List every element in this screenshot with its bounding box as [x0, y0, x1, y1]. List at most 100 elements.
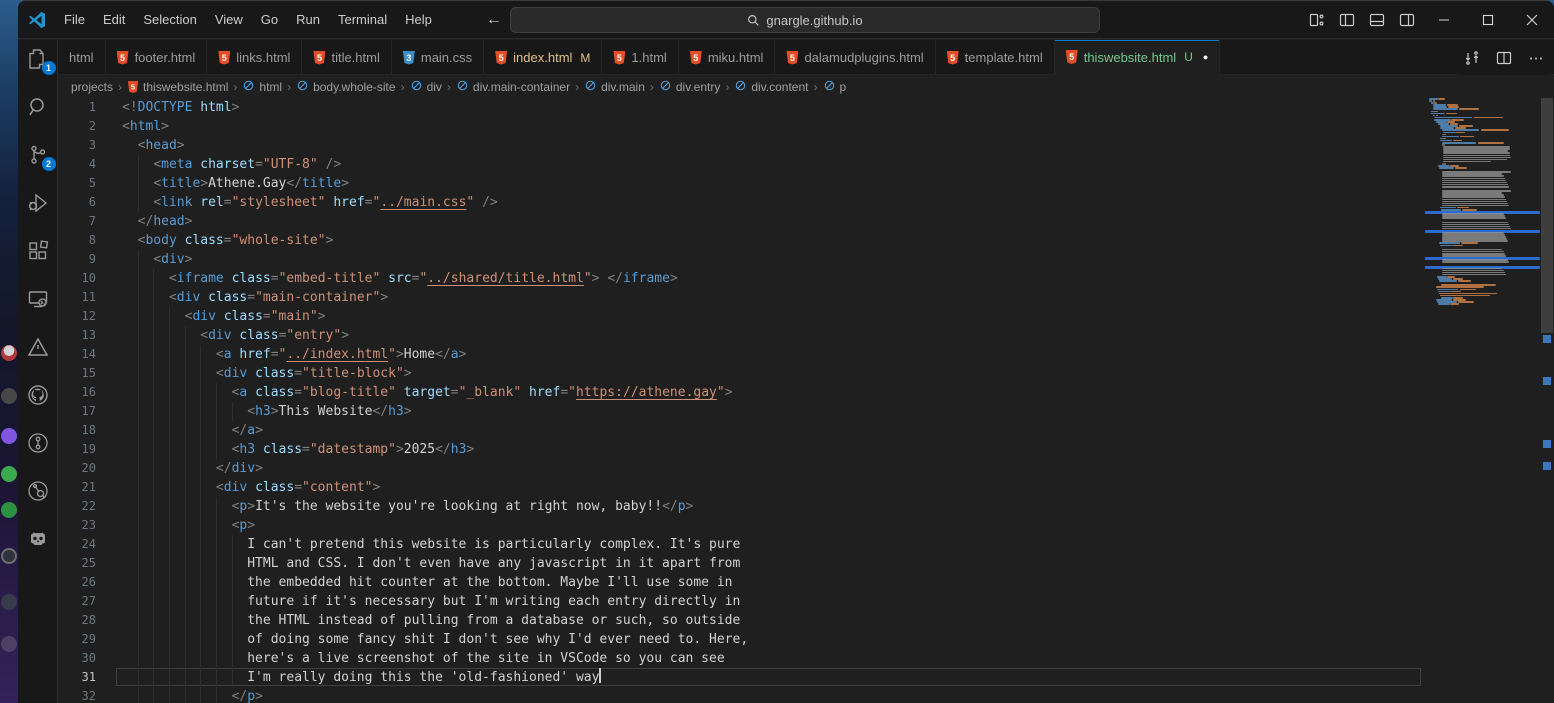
explorer-icon[interactable]: 1: [26, 47, 50, 71]
breadcrumb-item-projects[interactable]: projects: [71, 80, 113, 94]
code-line-2[interactable]: 2<html>: [58, 117, 1425, 136]
tab-1.html[interactable]: 51.html: [602, 40, 678, 75]
menu-go[interactable]: Go: [252, 8, 287, 31]
tab-footer.html[interactable]: 5footer.html: [106, 40, 208, 75]
toggle-panel-icon[interactable]: [1362, 1, 1392, 39]
source-control-icon[interactable]: 2: [26, 143, 50, 167]
breadcrumb-item-html[interactable]: html: [242, 79, 282, 95]
tab-template.html[interactable]: 5template.html: [936, 40, 1055, 75]
breadcrumb-item-body.whole-site[interactable]: body.whole-site: [296, 79, 396, 95]
code-line-8[interactable]: 8 <body class="whole-site">: [58, 231, 1425, 250]
customize-layout-icon[interactable]: [1302, 1, 1332, 39]
more-actions-icon[interactable]: ⋯: [1522, 44, 1550, 72]
code-line-11[interactable]: 11 <div class="main-container">: [58, 288, 1425, 307]
symbol-element-icon: [584, 79, 597, 95]
close-button[interactable]: [1510, 1, 1554, 39]
menu-run[interactable]: Run: [287, 8, 329, 31]
github-icon[interactable]: [26, 383, 50, 407]
code-line-9[interactable]: 9 <div>: [58, 250, 1425, 269]
code-line-22[interactable]: 22 <p>It's the website you're looking at…: [58, 497, 1425, 516]
menu-selection[interactable]: Selection: [134, 8, 205, 31]
triangle-extension-icon[interactable]: [26, 335, 50, 359]
code-line-14[interactable]: 14 <a href="../index.html">Home</a>: [58, 345, 1425, 364]
breadcrumb-item-p[interactable]: p: [823, 79, 847, 95]
code-line-5[interactable]: 5 <title>Athene.Gay</title>: [58, 174, 1425, 193]
desktop-background: [0, 0, 18, 703]
code-line-21[interactable]: 21 <div class="content">: [58, 478, 1425, 497]
menu-help[interactable]: Help: [396, 8, 441, 31]
toggle-secondary-sidebar-icon[interactable]: [1392, 1, 1422, 39]
breadcrumb-item-thiswebsite.html[interactable]: 5thiswebsite.html: [127, 80, 228, 94]
tab-links.html[interactable]: 5links.html: [207, 40, 302, 75]
tab-miku.html[interactable]: 5miku.html: [679, 40, 776, 75]
code-line-31[interactable]: 31 I'm really doing this the 'old-fashio…: [58, 668, 1425, 687]
code-line-28[interactable]: 28 the HTML instead of pulling from a da…: [58, 611, 1425, 630]
editor[interactable]: 1<!DOCTYPE html>2<html>3 <head>4 <meta c…: [58, 98, 1554, 703]
minimap[interactable]: [1425, 98, 1540, 703]
git-status-badge: U: [1184, 50, 1193, 64]
menu-file[interactable]: File: [55, 8, 94, 31]
code-line-6[interactable]: 6 <link rel="stylesheet" href="../main.c…: [58, 193, 1425, 212]
scrollbar-slider[interactable]: [1541, 98, 1553, 333]
run-debug-icon[interactable]: [26, 191, 50, 215]
code-line-13[interactable]: 13 <div class="entry">: [58, 326, 1425, 345]
code-line-30[interactable]: 30 here's a live screenshot of the site …: [58, 649, 1425, 668]
scrollbar[interactable]: [1540, 98, 1554, 703]
line-number: 14: [58, 345, 96, 364]
tab-label: links.html: [236, 50, 290, 65]
code-line-19[interactable]: 19 <h3 class="datestamp">2025</h3>: [58, 440, 1425, 459]
code-line-10[interactable]: 10 <iframe class="embed-title" src="../s…: [58, 269, 1425, 288]
code-line-26[interactable]: 26 the embedded hit counter at the botto…: [58, 573, 1425, 592]
breadcrumb-item-div.entry[interactable]: div.entry: [659, 79, 720, 95]
menu-edit[interactable]: Edit: [94, 8, 134, 31]
breadcrumb-item-div.content[interactable]: div.content: [734, 79, 808, 95]
code-line-12[interactable]: 12 <div class="main">: [58, 307, 1425, 326]
breadcrumb-label: div.main-container: [473, 80, 570, 94]
back-button[interactable]: ←: [483, 11, 505, 29]
line-number: 16: [58, 383, 96, 402]
code-line-23[interactable]: 23 <p>: [58, 516, 1425, 535]
breadcrumb-item-div.main-container[interactable]: div.main-container: [456, 79, 570, 95]
code-line-18[interactable]: 18 </a>: [58, 421, 1425, 440]
code-line-29[interactable]: 29 of doing some fancy shit I don't see …: [58, 630, 1425, 649]
godot-tools-icon[interactable]: [26, 527, 50, 551]
toggle-primary-sidebar-icon[interactable]: [1332, 1, 1362, 39]
split-editor-icon[interactable]: [1490, 44, 1518, 72]
code-line-16[interactable]: 16 <a class="blog-title" target="_blank"…: [58, 383, 1425, 402]
unsaved-dot-icon[interactable]: ●: [1203, 52, 1208, 62]
code-line-4[interactable]: 4 <meta charset="UTF-8" />: [58, 155, 1425, 174]
maximize-button[interactable]: [1466, 1, 1510, 39]
line-content: <div class="content">: [122, 478, 380, 497]
line-number: 10: [58, 269, 96, 288]
code-line-17[interactable]: 17 <h3>This Website</h3>: [58, 402, 1425, 421]
breadcrumb-item-div[interactable]: div: [410, 79, 442, 95]
tab-thiswebsite.html[interactable]: 5thiswebsite.htmlU●: [1055, 40, 1221, 75]
gitlens-inspect-icon[interactable]: [26, 479, 50, 503]
tab-index.html[interactable]: 5index.htmlM: [484, 40, 602, 75]
search-icon[interactable]: [26, 95, 50, 119]
code-line-3[interactable]: 3 <head>: [58, 136, 1425, 155]
line-number: 5: [58, 174, 96, 193]
open-changes-icon[interactable]: [1458, 44, 1486, 72]
code-line-24[interactable]: 24 I can't pretend this website is parti…: [58, 535, 1425, 554]
code-line-1[interactable]: 1<!DOCTYPE html>: [58, 98, 1425, 117]
tab-main.css[interactable]: 3main.css: [392, 40, 484, 75]
breadcrumb-item-div.main[interactable]: div.main: [584, 79, 645, 95]
menu-view[interactable]: View: [206, 8, 252, 31]
command-center-search[interactable]: gnargle.github.io: [510, 7, 1100, 33]
remote-explorer-icon[interactable]: [26, 287, 50, 311]
code-line-7[interactable]: 7 </head>: [58, 212, 1425, 231]
tab-dalamudplugins.html[interactable]: 5dalamudplugins.html: [775, 40, 935, 75]
tab-html[interactable]: html: [58, 40, 106, 75]
extensions-icon[interactable]: [26, 239, 50, 263]
code-line-20[interactable]: 20 </div>: [58, 459, 1425, 478]
line-number: 12: [58, 307, 96, 326]
tab-title.html[interactable]: 5title.html: [302, 40, 391, 75]
code-line-32[interactable]: 32 </p>: [58, 687, 1425, 703]
code-line-25[interactable]: 25 HTML and CSS. I don't even have any j…: [58, 554, 1425, 573]
menu-terminal[interactable]: Terminal: [329, 8, 396, 31]
minimize-button[interactable]: [1422, 1, 1466, 39]
gitlens-icon[interactable]: [26, 431, 50, 455]
code-line-27[interactable]: 27 future if it's necessary but I'm writ…: [58, 592, 1425, 611]
code-line-15[interactable]: 15 <div class="title-block">: [58, 364, 1425, 383]
